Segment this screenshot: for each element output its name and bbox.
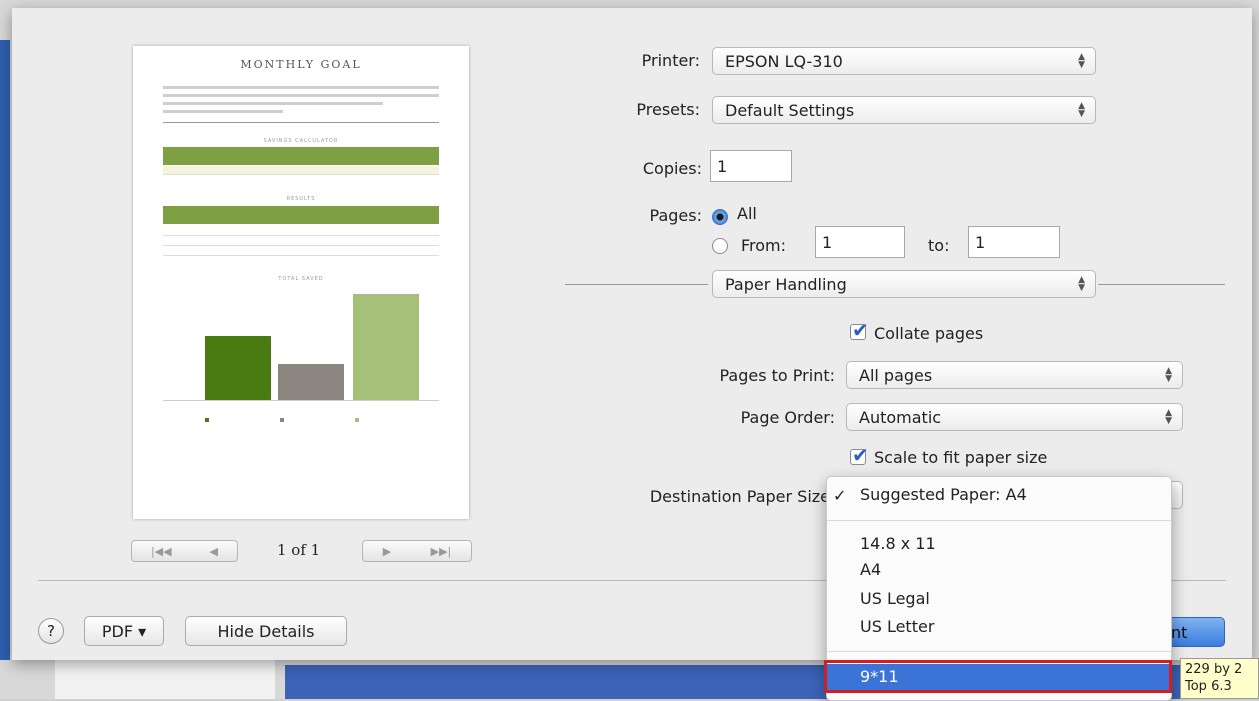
menu-item-14-8x11[interactable]: 14.8 x 11 <box>827 534 1171 560</box>
presets-select[interactable]: Default Settings ▲ ▼ <box>712 96 1096 124</box>
preview-section-total: TOTAL SAVED <box>278 276 324 282</box>
section-divider-right <box>1098 284 1225 285</box>
section-divider-left <box>565 284 708 285</box>
menu-item-us-letter[interactable]: US Letter <box>827 617 1171 643</box>
copies-input[interactable]: 1 <box>710 150 792 182</box>
page-count: 1 of 1 <box>277 541 321 559</box>
preview-table-row <box>163 166 439 175</box>
updown-arrows-icon: ▲ ▼ <box>1165 408 1172 426</box>
preview-chart-bar <box>205 336 271 400</box>
page-forward-group[interactable]: ▶ ▶▶| <box>362 540 472 562</box>
preview-legend-swatch <box>205 418 209 422</box>
preview-table-header <box>163 206 439 224</box>
pdf-menu-button[interactable]: PDF ▾ <box>84 616 164 646</box>
checkmark-icon: ✔ <box>852 443 869 467</box>
preview-divider <box>163 122 439 123</box>
preview-text-line <box>163 102 383 105</box>
scale-fit-label: Scale to fit paper size <box>874 448 1048 467</box>
preview-section-savings: SAVINGS CALCULATOR <box>263 138 339 144</box>
tooltip-line-1: 229 by 2 <box>1185 662 1243 677</box>
presets-value: Default Settings <box>725 101 855 120</box>
pages-to-input[interactable]: 1 <box>968 226 1060 258</box>
tooltip-line-2: Top 6.3 <box>1185 679 1232 694</box>
pages-to-print-select[interactable]: All pages ▲ ▼ <box>846 361 1183 389</box>
hide-details-button[interactable]: Hide Details <box>185 616 347 646</box>
preview-table-row <box>163 237 439 246</box>
next-page-icon[interactable]: ▶ <box>383 545 391 558</box>
page-back-group[interactable]: |◀◀ ◀ <box>131 540 238 562</box>
preview-table-header <box>163 147 439 165</box>
printer-label: Printer: <box>641 51 700 70</box>
menu-item-suggested[interactable]: Suggested Paper: A4 <box>827 485 1171 511</box>
pages-to-print-label: Pages to Print: <box>719 366 836 385</box>
page-order-select[interactable]: Automatic ▲ ▼ <box>846 403 1183 431</box>
collate-label: Collate pages <box>874 324 984 343</box>
copies-label: Copies: <box>642 159 702 178</box>
pages-label: Pages: <box>649 206 702 225</box>
preview-section-results: RESULTS <box>286 196 316 202</box>
collate-checkbox[interactable]: ✔ <box>850 318 869 342</box>
preview-text-line <box>163 94 439 97</box>
preview-chart-bar <box>278 364 344 400</box>
pages-all-radio[interactable] <box>712 209 728 225</box>
presets-label: Presets: <box>636 100 700 119</box>
page-order-value: Automatic <box>859 408 942 427</box>
updown-arrows-icon: ▲ ▼ <box>1165 366 1172 384</box>
pages-to-label: to: <box>928 236 950 255</box>
updown-arrows-icon: ▲ ▼ <box>1078 52 1085 70</box>
page-order-label: Page Order: <box>740 408 835 427</box>
pages-from-radio[interactable] <box>712 238 728 254</box>
pages-from-label: From: <box>741 236 787 255</box>
updown-arrows-icon: ▲ ▼ <box>1078 101 1085 119</box>
prev-page-icon[interactable]: ◀ <box>210 545 218 558</box>
menu-item-a4[interactable]: A4 <box>827 560 1171 586</box>
print-preview-thumbnail: MONTHLY GOAL SAVINGS CALCULATOR RESULTS … <box>133 46 469 519</box>
menu-separator <box>827 651 1171 652</box>
preview-chart-axis <box>163 400 439 401</box>
preview-legend-swatch <box>280 418 284 422</box>
size-tooltip: 229 by 2 Top 6.3 <box>1180 658 1259 699</box>
checkmark-icon: ✔ <box>852 318 869 342</box>
printer-select[interactable]: EPSON LQ-310 ▲ ▼ <box>712 47 1096 75</box>
first-page-icon[interactable]: |◀◀ <box>151 545 172 558</box>
preview-legend-swatch <box>355 418 359 422</box>
pages-all-label: All <box>737 204 757 223</box>
background-sidebar-strip <box>0 40 10 660</box>
preview-text-line <box>163 110 283 113</box>
updown-arrows-icon: ▲ ▼ <box>1078 275 1085 293</box>
help-button[interactable]: ? <box>38 618 64 644</box>
section-select[interactable]: Paper Handling ▲ ▼ <box>712 270 1096 298</box>
dest-paper-label: Destination Paper Size <box>649 487 830 506</box>
preview-table-row <box>163 227 439 236</box>
pages-to-print-value: All pages <box>859 366 933 385</box>
pages-from-input[interactable]: 1 <box>815 226 905 258</box>
preview-chart-bar <box>353 294 419 400</box>
menu-item-us-legal[interactable]: US Legal <box>827 589 1171 615</box>
preview-table-row <box>163 247 439 256</box>
background-panel <box>55 660 275 699</box>
printer-value: EPSON LQ-310 <box>725 52 843 71</box>
preview-text-line <box>163 86 439 89</box>
section-value: Paper Handling <box>725 275 847 294</box>
last-page-icon[interactable]: ▶▶| <box>431 545 452 558</box>
preview-doc-title: MONTHLY GOAL <box>240 58 362 71</box>
highlight-annotation-box <box>824 660 1172 693</box>
menu-separator <box>827 520 1171 521</box>
scale-fit-checkbox[interactable]: ✔ <box>850 443 869 467</box>
